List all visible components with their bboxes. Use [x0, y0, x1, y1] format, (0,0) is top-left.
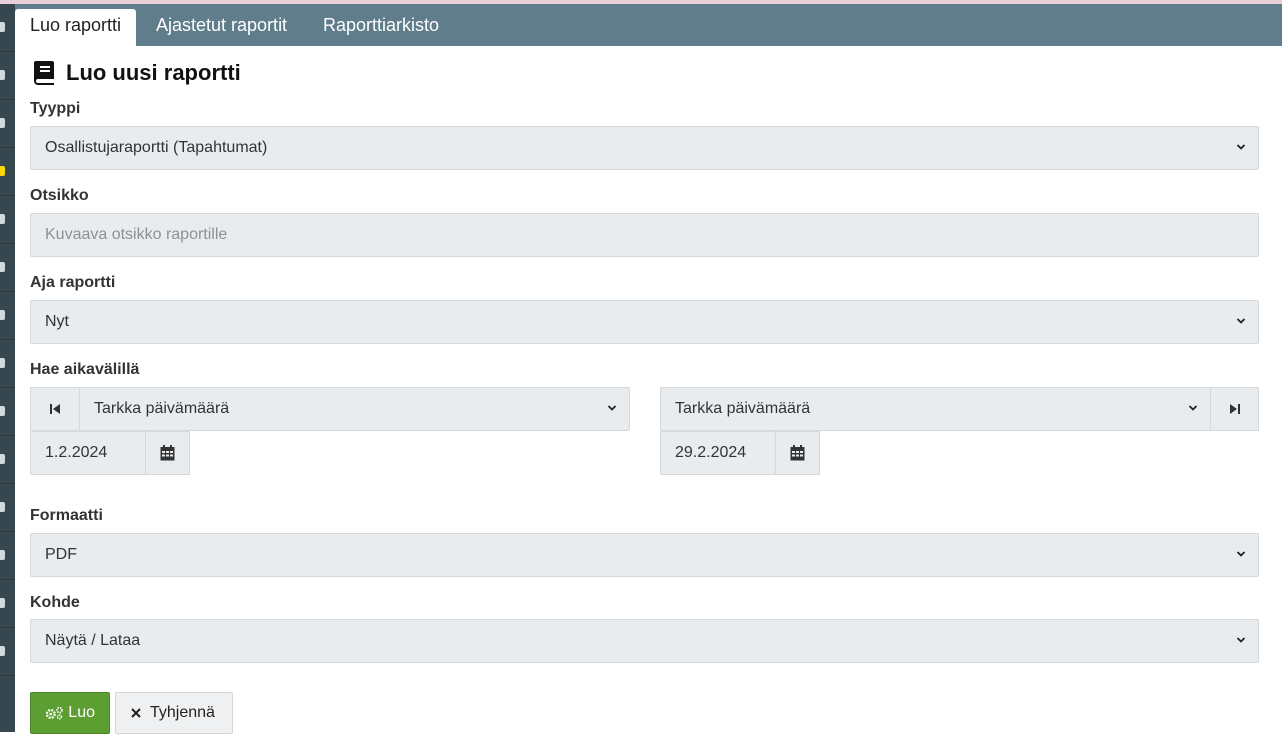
clear-button-label: Tyhjennä: [150, 704, 215, 721]
book-icon: [34, 61, 54, 85]
skip-start-icon: [50, 404, 60, 414]
target-select-value: Näytä / Lataa: [45, 632, 141, 649]
chevron-down-icon: [1236, 144, 1246, 150]
sidebar-item[interactable]: [0, 532, 15, 580]
create-button[interactable]: Luo: [30, 692, 110, 734]
range-start-calendar-button[interactable]: [145, 431, 190, 475]
range-start-mode-value: Tarkka päivämäärä: [94, 400, 230, 417]
type-label: Tyyppi: [30, 100, 81, 117]
sidebar-item[interactable]: [0, 436, 15, 484]
chevron-down-icon: [1188, 405, 1198, 411]
create-button-label: Luo: [68, 704, 95, 721]
sidebar-item-reports[interactable]: [0, 148, 15, 196]
range-end-mode-value: Tarkka päivämäärä: [675, 400, 811, 417]
format-label: Formaatti: [30, 507, 103, 524]
chevron-down-icon: [1236, 637, 1246, 643]
title-input-placeholder: Kuvaava otsikko raportille: [45, 226, 228, 243]
app-sidebar: [0, 4, 15, 732]
range-start-date-input[interactable]: 1.2.2024: [30, 431, 146, 475]
range-label: Hae aikavälillä: [30, 361, 140, 378]
range-end-date-value: 29.2.2024: [675, 444, 747, 461]
type-select[interactable]: Osallistujaraportti (Tapahtumat): [30, 126, 1259, 170]
sidebar-item[interactable]: [0, 4, 15, 52]
sidebar-item[interactable]: [0, 580, 15, 628]
range-end-button[interactable]: [1210, 387, 1259, 431]
type-select-value: Osallistujaraportti (Tapahtumat): [45, 139, 268, 156]
tab-create-report[interactable]: Luo raportti: [15, 9, 137, 46]
skip-end-icon: [1229, 404, 1240, 414]
page-title: Luo uusi raportti: [32, 60, 241, 86]
sidebar-item[interactable]: [0, 388, 15, 436]
page-title-text: Luo uusi raportti: [66, 60, 241, 85]
range-start-button[interactable]: [30, 387, 80, 431]
run-label: Aja raportti: [30, 274, 116, 291]
tab-scheduled-reports[interactable]: Ajastetut raportit: [141, 9, 302, 46]
sidebar-item[interactable]: [0, 196, 15, 244]
sidebar-item[interactable]: [0, 244, 15, 292]
run-select-value: Nyt: [45, 313, 69, 330]
range-end-mode-select[interactable]: Tarkka päivämäärä: [660, 387, 1211, 431]
format-select-value: PDF: [45, 546, 77, 563]
calendar-icon: [160, 445, 175, 461]
sidebar-item[interactable]: [0, 484, 15, 532]
tab-bar: Luo raportti Ajastetut raportit Raportti…: [15, 4, 1282, 46]
sidebar-item[interactable]: [0, 292, 15, 340]
format-select[interactable]: PDF: [30, 533, 1259, 577]
range-end-calendar-button[interactable]: [775, 431, 820, 475]
title-label: Otsikko: [30, 187, 89, 204]
sidebar-item[interactable]: [0, 628, 15, 676]
run-select[interactable]: Nyt: [30, 300, 1259, 344]
title-input[interactable]: Kuvaava otsikko raportille: [30, 213, 1259, 257]
target-select[interactable]: Näytä / Lataa: [30, 619, 1259, 663]
target-label: Kohde: [30, 594, 80, 611]
tab-report-archive[interactable]: Raporttiarkisto: [308, 9, 454, 46]
chevron-down-icon: [1236, 318, 1246, 324]
close-icon: [131, 708, 141, 718]
sidebar-item[interactable]: [0, 100, 15, 148]
cogs-icon: [45, 706, 63, 720]
range-start-mode-select[interactable]: Tarkka päivämäärä: [79, 387, 630, 431]
clear-button[interactable]: Tyhjennä: [115, 692, 233, 734]
range-start-date-value: 1.2.2024: [45, 444, 108, 461]
sidebar-item[interactable]: [0, 340, 15, 388]
chevron-down-icon: [1236, 551, 1246, 557]
range-end-date-input[interactable]: 29.2.2024: [660, 431, 776, 475]
calendar-icon: [790, 445, 805, 461]
chevron-down-icon: [607, 405, 617, 411]
sidebar-item[interactable]: [0, 52, 15, 100]
